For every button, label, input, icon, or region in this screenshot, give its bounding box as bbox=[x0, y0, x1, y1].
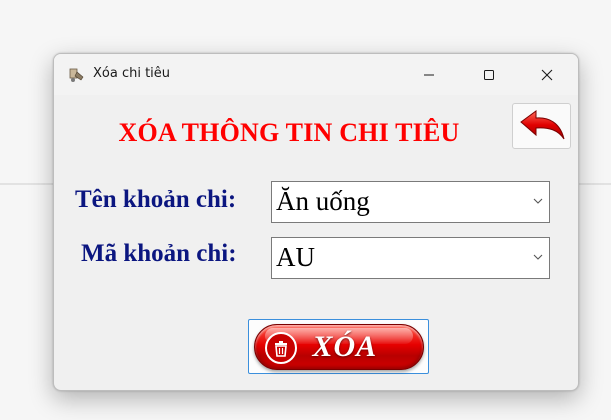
maximize-icon bbox=[484, 69, 494, 80]
expense-code-select[interactable]: AU bbox=[271, 237, 550, 279]
title-bar[interactable]: Xóa chi tiêu bbox=[54, 54, 578, 95]
delete-expense-window: Xóa chi tiêu XÓA THÔNG TIN CHI TIÊU Tên … bbox=[53, 53, 579, 391]
maximize-button[interactable] bbox=[466, 54, 512, 95]
expense-name-select[interactable]: Ăn uống bbox=[271, 181, 550, 223]
app-icon bbox=[69, 68, 84, 82]
minimize-icon bbox=[424, 74, 434, 75]
chevron-down-icon bbox=[533, 254, 543, 260]
trash-icon bbox=[264, 331, 297, 364]
chevron-down-icon bbox=[533, 198, 543, 204]
expense-code-label: Mã khoản chi: bbox=[81, 240, 237, 267]
delete-button-pill: XÓA bbox=[253, 323, 424, 370]
expense-name-label: Tên khoản chi: bbox=[75, 186, 237, 213]
expense-code-value: AU bbox=[276, 242, 315, 272]
back-button[interactable] bbox=[512, 103, 571, 149]
back-arrow-icon bbox=[519, 110, 564, 140]
minimize-button[interactable] bbox=[406, 54, 452, 95]
expense-name-value: Ăn uống bbox=[276, 186, 370, 216]
close-icon bbox=[541, 69, 553, 80]
window-title: Xóa chi tiêu bbox=[93, 66, 171, 81]
close-button[interactable] bbox=[524, 54, 570, 95]
delete-button-label: XÓA bbox=[312, 329, 378, 363]
delete-button[interactable]: XÓA bbox=[248, 319, 429, 374]
page-title: XÓA THÔNG TIN CHI TIÊU bbox=[118, 118, 460, 147]
